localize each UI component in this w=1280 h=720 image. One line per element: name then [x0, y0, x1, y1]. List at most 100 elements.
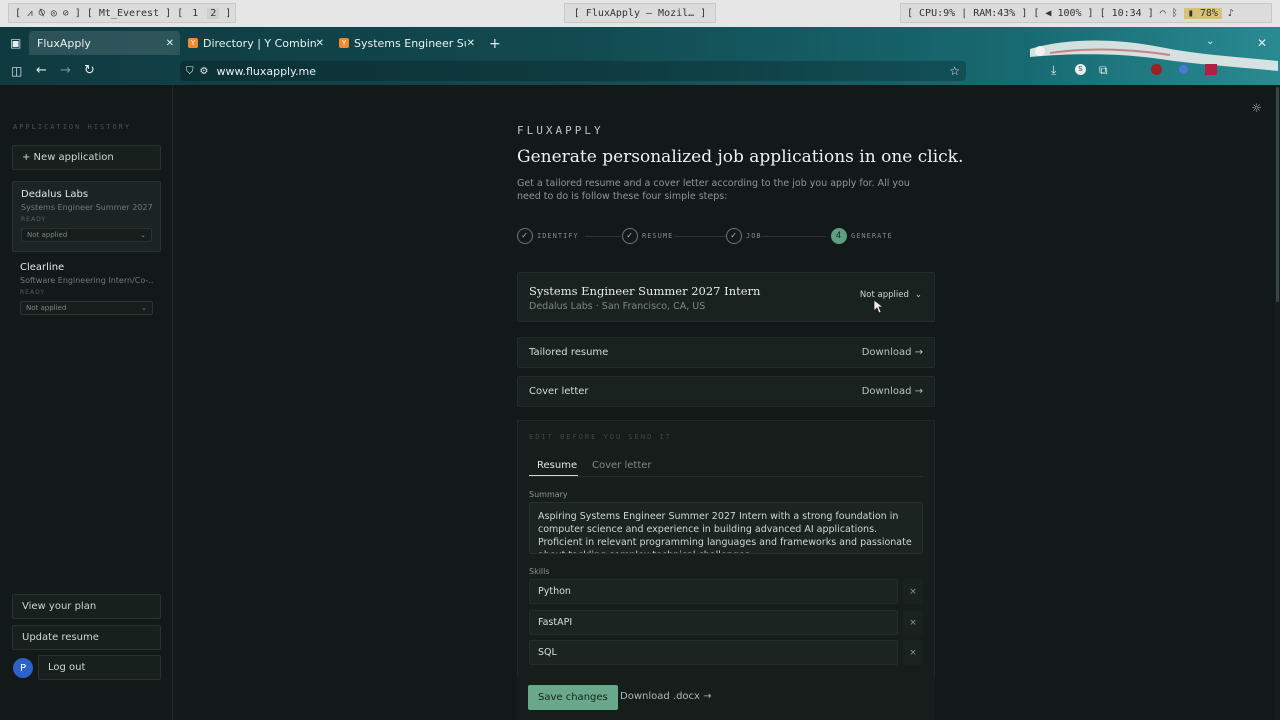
url-bar[interactable]: ⛉ ⚙ www.fluxapply.me ☆: [180, 61, 966, 81]
chevron-down-icon: ⌄: [140, 231, 146, 239]
cover-letter-label: Cover letter: [529, 386, 589, 397]
forward-arrow-icon[interactable]: →: [60, 64, 71, 77]
sidebar-title: APPLICATION HISTORY: [13, 123, 132, 131]
edit-panel-title: EDIT BEFORE YOU SEND IT: [529, 433, 672, 441]
tab-yc-directory[interactable]: Y Directory | Y Combinato ✕: [180, 31, 330, 55]
application-role: Systems Engineer Summer 2027...: [21, 203, 152, 212]
step-generate[interactable]: 4 GENERATE: [831, 228, 893, 244]
sidebar-toggle-icon[interactable]: ▣: [10, 37, 21, 49]
tab-job-posting[interactable]: Y Systems Engineer Summ ✕: [331, 31, 481, 55]
tab-list-chevron-icon[interactable]: ⌄: [1206, 37, 1214, 47]
summary-textarea[interactable]: Aspiring Systems Engineer Summer 2027 In…: [529, 502, 923, 554]
skill-input[interactable]: FastAPI: [529, 610, 898, 635]
shield-icon[interactable]: ⛉: [186, 66, 194, 77]
browser-chrome: ▣ FluxApply ✕ Y Directory | Y Combinato …: [0, 27, 1280, 85]
application-company: Clearline: [20, 262, 65, 273]
extension-blue-icon[interactable]: [1179, 65, 1188, 74]
tab-divider: [529, 476, 923, 477]
app-root: APPLICATION HISTORY + New application De…: [0, 85, 1280, 720]
scrollbar-thumb[interactable]: [1276, 87, 1279, 302]
check-icon: ✓: [726, 228, 742, 244]
extensions-puzzle-icon[interactable]: ⧉: [1099, 64, 1108, 76]
sidebar: APPLICATION HISTORY + New application De…: [0, 85, 173, 720]
skills-label: Skills: [529, 567, 550, 576]
step-identify[interactable]: ✓ IDENTIFY: [517, 228, 579, 244]
close-tab-icon[interactable]: ✕: [467, 38, 475, 49]
tab-resume[interactable]: Resume: [537, 460, 577, 471]
job-status-select[interactable]: Not applied ⌄: [860, 290, 922, 300]
volume-level: 100%: [1057, 7, 1082, 19]
view-plan-button[interactable]: View your plan: [12, 594, 161, 619]
extension-red-icon[interactable]: [1205, 64, 1217, 75]
site-permissions-icon[interactable]: ⚙: [200, 66, 209, 77]
new-tab-button[interactable]: +: [489, 37, 501, 51]
avatar[interactable]: P: [13, 658, 33, 678]
application-item-dedalus[interactable]: Dedalus Labs Systems Engineer Summer 202…: [12, 181, 161, 252]
new-application-button[interactable]: + New application: [12, 145, 161, 170]
back-arrow-icon[interactable]: ←: [36, 64, 47, 77]
workspace-1[interactable]: 1: [189, 8, 201, 19]
remove-skill-button[interactable]: ×: [903, 610, 923, 635]
logout-button[interactable]: Log out: [38, 655, 161, 680]
applied-status-select[interactable]: Not applied ⌄: [21, 228, 152, 242]
close-tab-icon[interactable]: ✕: [316, 38, 324, 49]
volume-icon: ◀: [1045, 7, 1052, 19]
download-docx-link[interactable]: Download .docx →: [620, 691, 712, 702]
job-meta: Dedalus Labs · San Francisco, CA, US: [529, 301, 706, 312]
wifi-icon[interactable]: ◠: [1160, 8, 1166, 19]
tailored-resume-row: Tailored resume Download →: [517, 337, 935, 368]
page-title: Generate personalized job applications i…: [517, 147, 964, 167]
step-number-badge: 4: [831, 228, 847, 244]
skill-input[interactable]: Python: [529, 579, 898, 604]
download-cover-letter-link[interactable]: Download →: [862, 386, 923, 397]
bell-icon[interactable]: ♪: [1228, 8, 1234, 19]
system-bar: [ ⩘ ⍉ ◎ ⊘ ] [Mt_Everest] [ 1 2 ] [ FluxA…: [0, 0, 1280, 27]
application-status: READY: [21, 216, 47, 223]
status-block: [ CPU:9% | RAM:43% ] [ ◀ 100% ] [ 10:34 …: [900, 3, 1272, 23]
cpu-usage: CPU:9%: [919, 7, 956, 19]
cover-letter-row: Cover letter Download →: [517, 376, 935, 407]
job-title: Systems Engineer Summer 2027 Intern: [529, 284, 761, 298]
ublock-icon[interactable]: [1151, 64, 1162, 75]
url-text[interactable]: www.fluxapply.me: [216, 65, 316, 78]
page-scrollbar[interactable]: [1275, 85, 1280, 720]
applied-status-select[interactable]: Not applied ⌄: [20, 301, 153, 315]
update-resume-button[interactable]: Update resume: [12, 625, 161, 650]
yc-favicon-icon: Y: [339, 38, 349, 48]
save-changes-button[interactable]: Save changes: [528, 685, 618, 710]
theme-toggle-icon[interactable]: ☼: [1251, 101, 1262, 115]
tailored-resume-label: Tailored resume: [529, 347, 609, 358]
skill-input[interactable]: SQL: [529, 640, 898, 665]
chevron-down-icon: ⌄: [914, 290, 922, 300]
application-company: Dedalus Labs: [21, 189, 89, 200]
download-resume-link[interactable]: Download →: [862, 347, 923, 358]
tab-fluxapply[interactable]: FluxApply ✕: [29, 31, 180, 55]
close-tab-icon[interactable]: ✕: [166, 38, 174, 49]
remove-skill-button[interactable]: ×: [903, 640, 923, 665]
step-job[interactable]: ✓ JOB: [726, 228, 762, 244]
step-connector: [674, 236, 726, 237]
download-icon[interactable]: ⤓: [1051, 64, 1056, 76]
sidebar-panel-icon[interactable]: ◫: [11, 65, 22, 77]
check-icon: ✓: [517, 228, 533, 244]
tab-cover-letter[interactable]: Cover letter: [592, 460, 652, 471]
close-window-icon[interactable]: ✕: [1257, 37, 1267, 49]
ram-usage: RAM:43%: [973, 7, 1016, 19]
window-title: [ FluxApply — Mozil… ]: [564, 3, 716, 23]
workspace-2[interactable]: 2: [207, 7, 220, 19]
summary-label: Summary: [529, 490, 568, 499]
application-item-clearline[interactable]: Clearline Software Engineering Intern/Co…: [12, 255, 161, 326]
clock: 10:34: [1111, 7, 1142, 19]
step-connector: [762, 236, 826, 237]
mouse-cursor-icon: [874, 300, 884, 314]
action-bar: Save changes Download .docx →: [517, 676, 935, 720]
remove-skill-button[interactable]: ×: [903, 579, 923, 604]
reload-icon[interactable]: ↻: [84, 64, 95, 77]
active-tab-underline: [529, 475, 578, 476]
step-resume[interactable]: ✓ RESUME: [622, 228, 673, 244]
bluetooth-icon[interactable]: ᛒ: [1172, 8, 1178, 19]
yc-favicon-icon: Y: [188, 38, 198, 48]
brand-logo: FLUXAPPLY: [517, 124, 604, 137]
extension-account-icon[interactable]: S: [1075, 64, 1086, 75]
bookmark-star-icon[interactable]: ☆: [949, 64, 960, 78]
